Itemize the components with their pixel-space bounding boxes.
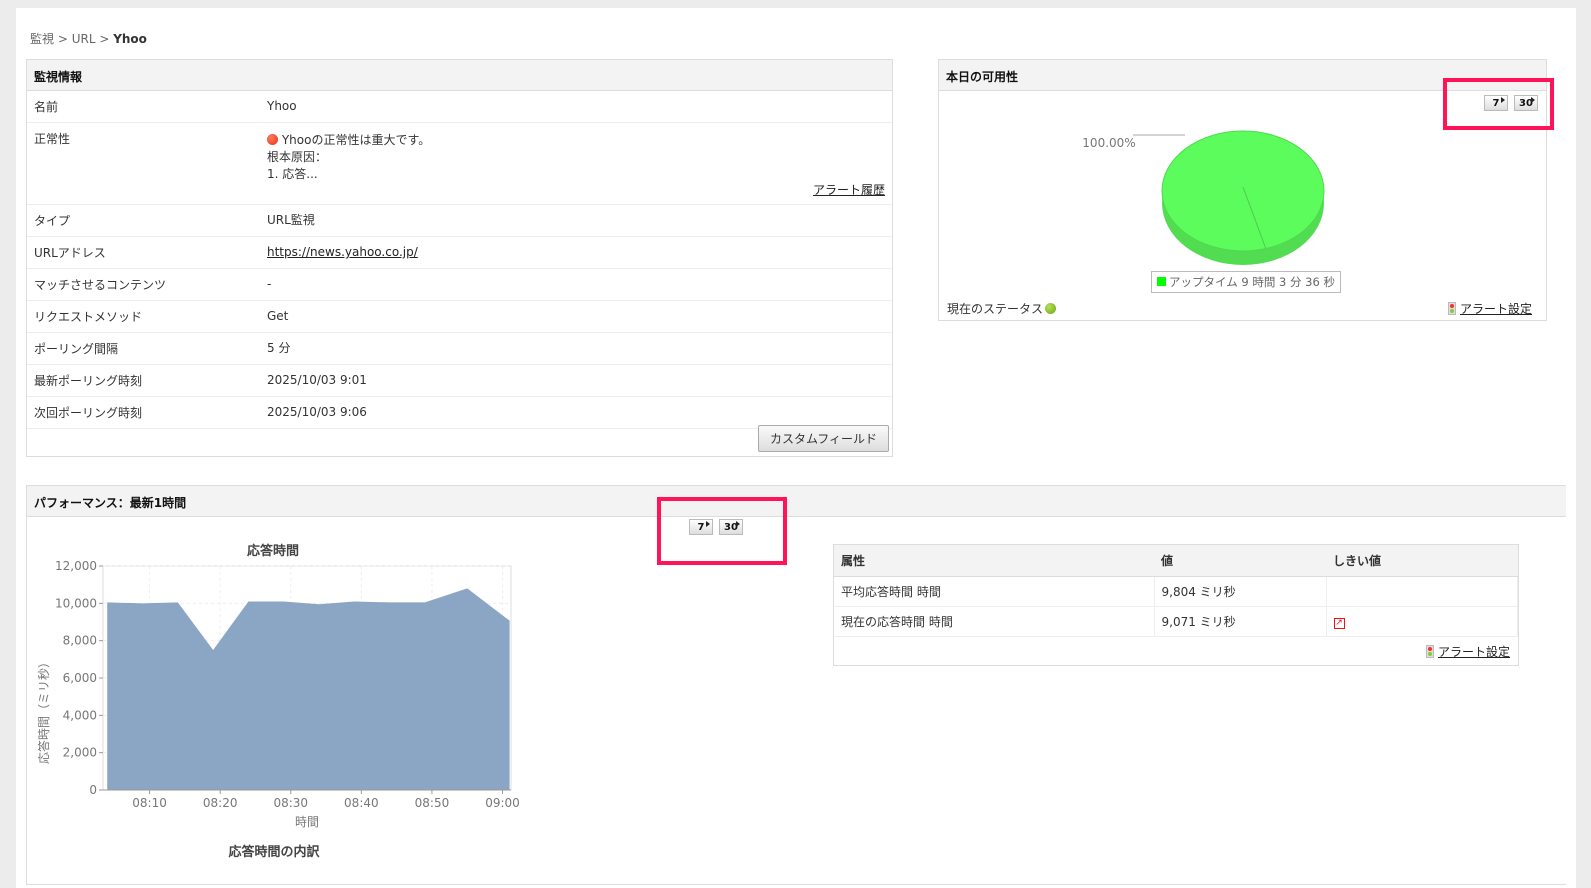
highlight-box: [1443, 78, 1554, 130]
y-tick-label: 4,000: [63, 708, 97, 722]
pie-label: 100.00%: [1082, 136, 1135, 150]
traffic-light-icon: [1447, 302, 1456, 315]
info-row-last-poll: 最新ポーリング時刻 2025/10/03 9:01: [27, 365, 892, 397]
x-tick-label: 08:50: [415, 796, 450, 810]
col-header-value: 値: [1154, 545, 1326, 577]
x-tick-label: 08:40: [344, 796, 379, 810]
alert-settings-link[interactable]: アラート設定: [1438, 645, 1510, 659]
custom-field-button[interactable]: カスタムフィールド: [757, 425, 889, 452]
root-cause-label: 根本原因：: [267, 150, 328, 164]
breadcrumb-current: Yhoo: [113, 32, 147, 46]
y-tick-label: 6,000: [63, 671, 97, 685]
row-label: 最新ポーリング時刻: [34, 374, 143, 388]
y-tick-label: 0: [89, 783, 97, 797]
traffic-light-icon: [1425, 645, 1434, 658]
row-value: Yhoo: [267, 99, 297, 113]
response-time-area: [107, 588, 510, 790]
table-row: 現在の応答時間 時間 9,071 ミリ秒 ↗: [834, 606, 1518, 637]
row-value: 5 分: [267, 341, 291, 355]
legend-text: アップタイム 9 時間 3 分 36 秒: [1169, 275, 1335, 289]
row-label: リクエストメソッド: [34, 310, 143, 324]
info-row-health: 正常性 Yhooの正常性は重大です。 根本原因： 1. 応答... アラート履歴: [27, 123, 892, 205]
breakdown-title: 応答時間の内訳: [228, 845, 320, 860]
breadcrumb: 監視 > URL > Yhoo: [30, 30, 147, 47]
critical-status-icon: [267, 134, 278, 145]
info-row-type: タイプ URL監視: [27, 205, 892, 237]
y-axis-label: 応答時間（ミリ秒）: [36, 656, 51, 764]
row-label: URLアドレス: [34, 246, 106, 260]
breadcrumb-monitor[interactable]: 監視: [30, 32, 54, 46]
url-link[interactable]: https://news.yahoo.co.jp/: [267, 245, 418, 259]
table-row: 平均応答時間 時間 9,804 ミリ秒: [834, 576, 1518, 607]
row-value: 2025/10/03 9:01: [267, 373, 367, 387]
breadcrumb-sep: >: [54, 32, 72, 46]
info-row-match: マッチさせるコンテンツ -: [27, 269, 892, 301]
row-label: 次回ポーリング時刻: [34, 406, 143, 420]
y-tick-label: 8,000: [63, 634, 97, 648]
row-label: 名前: [34, 100, 59, 114]
row-label: ポーリング間隔: [34, 342, 119, 356]
info-row-name: 名前 Yhoo: [27, 91, 892, 123]
cell-value: 9,804 ミリ秒: [1154, 576, 1327, 607]
breadcrumb-url[interactable]: URL: [72, 32, 96, 46]
row-value: Get: [267, 309, 289, 323]
threshold-edit-icon[interactable]: ↗: [1333, 618, 1345, 629]
pie-slice-uptime: [1161, 130, 1325, 252]
breadcrumb-sep: >: [95, 32, 114, 46]
row-value: 2025/10/03 9:06: [267, 405, 367, 419]
cell-attribute: 平均応答時間 時間: [834, 576, 1155, 607]
alert-settings-link[interactable]: アラート設定: [1460, 302, 1532, 316]
col-header-attribute: 属性: [834, 545, 1154, 577]
chart-title: 応答時間: [247, 543, 299, 559]
current-status: 現在のステータス: [947, 300, 1057, 317]
pie-legend: アップタイム 9 時間 3 分 36 秒: [1151, 271, 1341, 293]
x-tick-label: 09:00: [485, 796, 520, 810]
y-tick-label: 2,000: [63, 746, 97, 760]
status-ok-icon: [1045, 303, 1057, 314]
x-tick-label: 08:30: [273, 796, 308, 810]
col-header-threshold: しきい値: [1326, 545, 1518, 577]
info-row-url: URLアドレス https://news.yahoo.co.jp/: [27, 237, 892, 269]
legend-swatch: [1157, 277, 1166, 286]
y-tick-label: 12,000: [55, 559, 97, 573]
status-label: 現在のステータス: [947, 302, 1044, 316]
x-axis-label: 時間: [295, 815, 319, 829]
health-text: Yhooの正常性は重大です。: [281, 133, 431, 147]
info-row-method: リクエストメソッド Get: [27, 301, 892, 333]
performance-table: 属性値しきい値 平均応答時間 時間 9,804 ミリ秒 現在の応答時間 時間 9,0…: [833, 544, 1519, 666]
row-label: マッチさせるコンテンツ: [34, 278, 167, 292]
highlight-box: [657, 497, 787, 565]
x-tick-label: 08:10: [132, 796, 167, 810]
response-time-chart: 応答時間 0 2,000 4,000 6,000 8,000 10,000 12,000 08…: [36, 543, 520, 829]
panel-title: 監視情報: [27, 60, 892, 91]
info-row-interval: ポーリング間隔 5 分: [27, 333, 892, 365]
x-tick-label: 08:20: [203, 796, 238, 810]
y-tick-label: 10,000: [55, 596, 97, 610]
root-cause-item: 1. 応答...: [267, 167, 318, 181]
cell-threshold: [1326, 576, 1518, 607]
cell-attribute: 現在の応答時間 時間: [834, 606, 1155, 637]
alert-history-link[interactable]: アラート履歴: [813, 181, 885, 198]
panel-title: パフォーマンス：最新1時間: [27, 486, 1566, 517]
monitor-info-panel: 監視情報 名前 Yhoo 正常性 Yhooの正常性は重大です。 根本原因： 1. …: [26, 59, 893, 457]
row-label: タイプ: [34, 214, 71, 228]
row-value: -: [267, 277, 272, 291]
row-value: URL監視: [267, 213, 315, 227]
cell-value: 9,071 ミリ秒: [1154, 606, 1327, 637]
row-label: 正常性: [34, 132, 71, 146]
